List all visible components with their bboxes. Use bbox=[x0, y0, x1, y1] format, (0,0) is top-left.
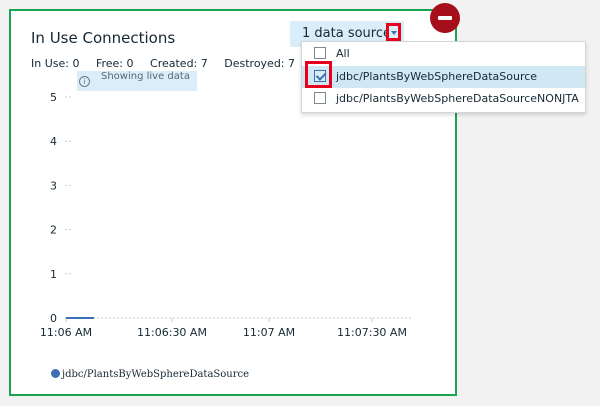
menu-item-label: jdbc/PlantsByWebSphereDataSourceNONJTA bbox=[336, 92, 579, 105]
x-tick-label: 11:07 AM bbox=[243, 326, 295, 339]
x-tick-label: 11:06:30 AM bbox=[137, 326, 207, 339]
checkbox-all[interactable] bbox=[314, 47, 326, 59]
data-source-menu: All jdbc/PlantsByWebSphereDataSource jdb… bbox=[301, 41, 586, 113]
legend-label: jdbc/PlantsByWebSphereDataSource bbox=[62, 369, 250, 380]
y-tick-label: 4 bbox=[50, 135, 57, 148]
checkbox-highlight bbox=[305, 61, 332, 88]
y-tick-label: 2 bbox=[50, 224, 57, 237]
menu-item-all[interactable]: All bbox=[302, 43, 585, 65]
menu-item-plants-datasource[interactable]: jdbc/PlantsByWebSphereDataSource bbox=[302, 66, 585, 88]
x-tick-label: 11:07:30 AM bbox=[337, 326, 407, 339]
y-tick-label: 0 bbox=[50, 312, 57, 325]
remove-widget-button[interactable] bbox=[430, 3, 460, 33]
y-tick-label: 3 bbox=[50, 179, 57, 192]
checkbox-plants-datasource-nonjta[interactable] bbox=[314, 92, 326, 104]
y-tick-label: 5 bbox=[50, 91, 57, 104]
x-tick-label: 11:06 AM bbox=[40, 326, 92, 339]
menu-item-label: jdbc/PlantsByWebSphereDataSource bbox=[336, 70, 538, 83]
legend-swatch bbox=[51, 369, 60, 378]
y-tick-label: 1 bbox=[50, 268, 57, 281]
menu-item-plants-datasource-nonjta[interactable]: jdbc/PlantsByWebSphereDataSourceNONJTA bbox=[302, 88, 585, 110]
chart-legend: jdbc/PlantsByWebSphereDataSource bbox=[51, 369, 249, 380]
menu-item-label: All bbox=[336, 47, 350, 60]
